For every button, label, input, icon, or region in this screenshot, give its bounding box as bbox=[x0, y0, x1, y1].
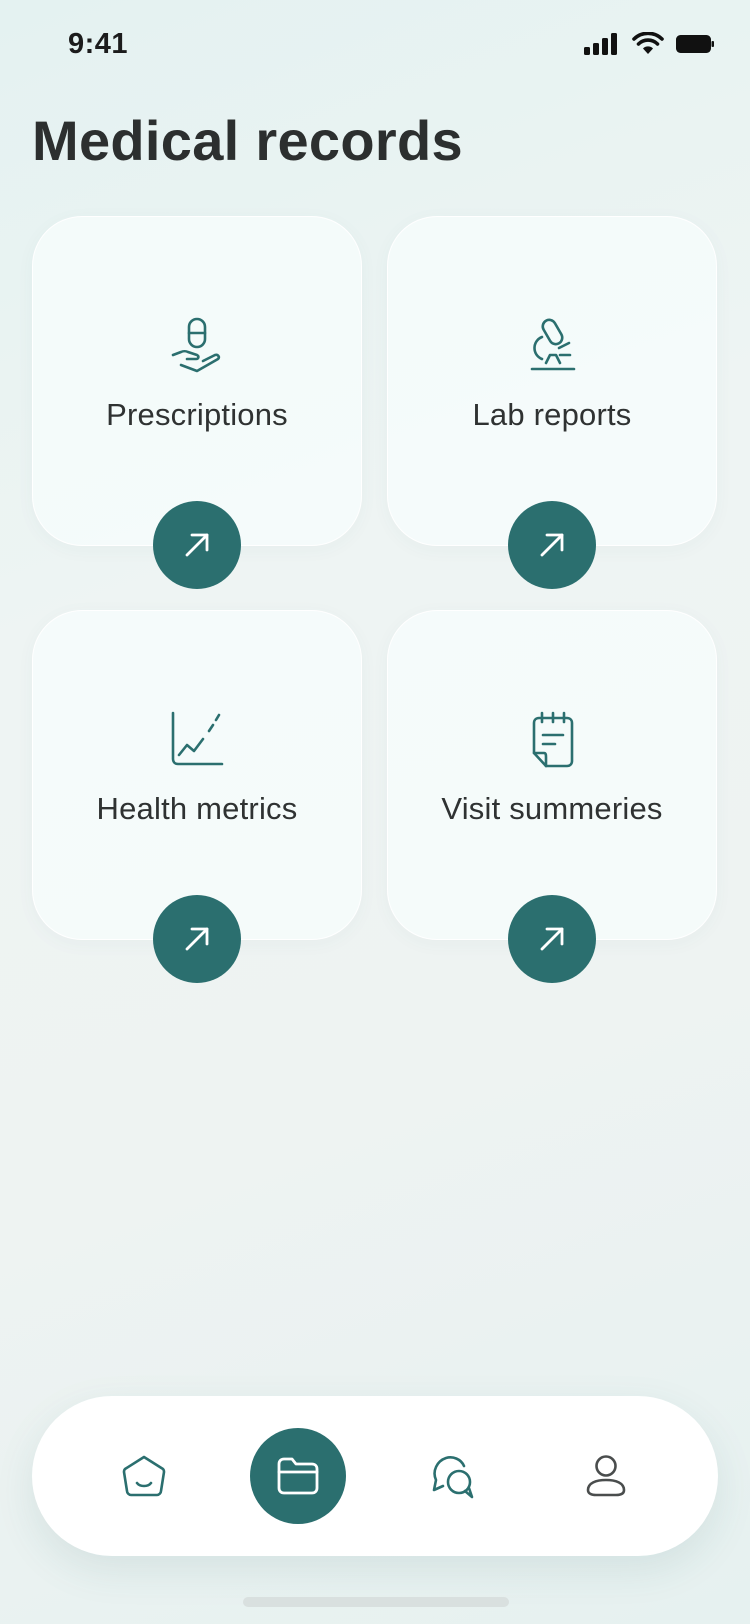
battery-icon bbox=[676, 34, 714, 54]
card-visit-summeries[interactable]: Visit summeries bbox=[387, 610, 717, 983]
nav-profile[interactable] bbox=[576, 1446, 636, 1506]
arrow-up-right-icon bbox=[536, 529, 568, 561]
cellular-signal-icon bbox=[584, 33, 620, 55]
arrow-up-right-icon bbox=[181, 529, 213, 561]
status-time: 9:41 bbox=[68, 28, 129, 60]
wifi-icon bbox=[632, 32, 664, 56]
card-lab-reports[interactable]: Lab reports bbox=[387, 216, 717, 589]
home-icon bbox=[120, 1452, 168, 1500]
microscope-icon bbox=[522, 315, 582, 375]
status-bar: 9:41 bbox=[0, 0, 750, 92]
nav-home[interactable] bbox=[114, 1446, 174, 1506]
card-label: Visit summeries bbox=[441, 791, 663, 826]
folder-icon bbox=[275, 1456, 321, 1496]
home-indicator bbox=[243, 1597, 509, 1607]
page-title: Medical records bbox=[32, 109, 463, 172]
open-visit-summeries-button[interactable] bbox=[508, 895, 596, 983]
card-label: Lab reports bbox=[472, 397, 632, 432]
card-label: Prescriptions bbox=[106, 397, 288, 432]
open-health-metrics-button[interactable] bbox=[153, 895, 241, 983]
arrow-up-right-icon bbox=[536, 923, 568, 955]
card-prescriptions[interactable]: Prescriptions bbox=[32, 216, 362, 589]
user-icon bbox=[582, 1452, 630, 1500]
notepad-icon bbox=[522, 709, 582, 769]
pill-in-hand-icon bbox=[167, 315, 227, 375]
card-health-metrics[interactable]: Health metrics bbox=[32, 610, 362, 983]
open-prescriptions-button[interactable] bbox=[153, 501, 241, 589]
nav-records[interactable] bbox=[250, 1428, 346, 1524]
arrow-up-right-icon bbox=[181, 923, 213, 955]
status-icons bbox=[584, 32, 714, 56]
nav-chat[interactable] bbox=[422, 1446, 482, 1506]
line-chart-icon bbox=[167, 709, 227, 769]
bottom-nav bbox=[32, 1396, 718, 1556]
chat-bubbles-icon bbox=[428, 1452, 476, 1500]
open-lab-reports-button[interactable] bbox=[508, 501, 596, 589]
card-label: Health metrics bbox=[96, 791, 298, 826]
